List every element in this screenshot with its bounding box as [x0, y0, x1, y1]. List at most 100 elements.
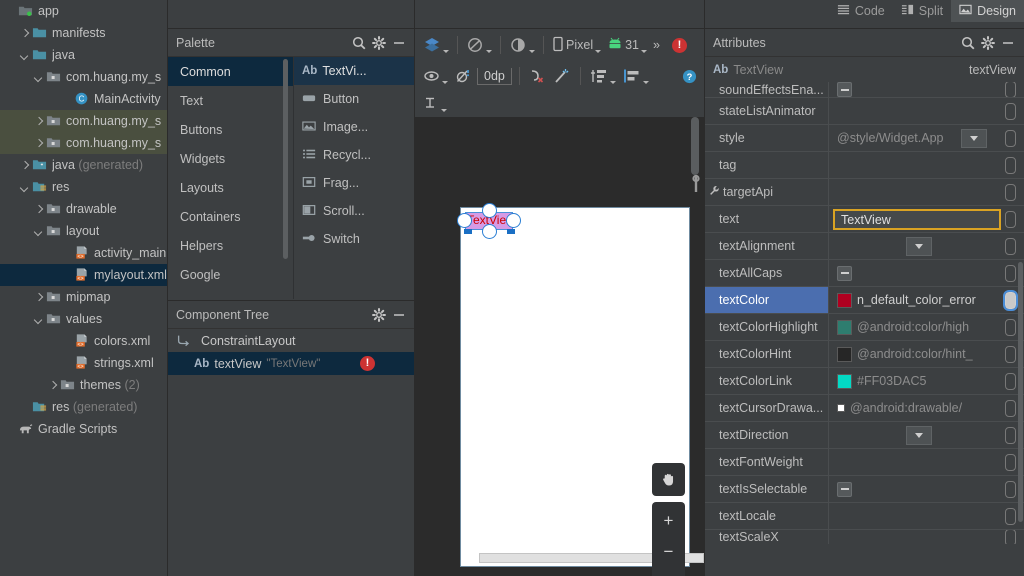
chevron-down-icon[interactable] [32, 313, 45, 326]
project-tree-row[interactable]: layout [0, 220, 168, 242]
resource-picker-button[interactable] [1005, 372, 1016, 390]
resource-picker-button[interactable] [1005, 530, 1016, 544]
attribute-value[interactable] [829, 503, 1024, 529]
attribute-row-textcolorhint[interactable]: textColorHint @android:color/hint_ [705, 341, 1024, 368]
gear-icon[interactable] [978, 33, 998, 53]
constraint-handle-top[interactable] [482, 203, 497, 218]
attribute-row-textisselectable[interactable]: textIsSelectable [705, 476, 1024, 503]
attribute-value[interactable] [829, 98, 1024, 124]
zoom-out-button[interactable]: − [652, 537, 685, 567]
project-tree-panel[interactable]: app manifests java com.huang.my_s C MainActiv… [0, 0, 168, 576]
resource-picker-button[interactable] [1005, 507, 1016, 525]
resource-picker-button[interactable] [1005, 426, 1016, 444]
attribute-row-textlocale[interactable]: textLocale [705, 503, 1024, 530]
actual-size-button[interactable]: 1:1 [652, 567, 685, 576]
color-swatch[interactable] [837, 292, 852, 308]
tristate-checkbox[interactable] [837, 265, 852, 281]
attribute-value[interactable]: @android:color/hint_ [829, 341, 1024, 367]
project-tree-row[interactable]: themes (2) [0, 374, 168, 396]
attribute-value[interactable] [829, 152, 1024, 178]
palette-category-scrollbar[interactable] [283, 59, 288, 259]
attribute-row-textdirection[interactable]: textDirection [705, 422, 1024, 449]
resource-picker-button[interactable] [1005, 102, 1016, 120]
tab-design[interactable]: Design [951, 0, 1024, 22]
project-tree-row[interactable]: manifests [0, 22, 168, 44]
project-tree-row[interactable]: <> strings.xml [0, 352, 168, 374]
resource-picker-button[interactable] [1005, 264, 1016, 282]
project-tree-row[interactable]: <> activity_main. [0, 242, 168, 264]
attribute-value[interactable] [829, 530, 1024, 544]
chevron-down-icon[interactable] [32, 225, 45, 238]
error-badge-icon[interactable]: ! [360, 356, 375, 371]
palette-category-widgets[interactable]: Widgets [168, 144, 293, 173]
attribute-value[interactable]: TextView [829, 206, 1024, 232]
palette-category-buttons[interactable]: Buttons [168, 115, 293, 144]
project-tree-row[interactable]: mipmap [0, 286, 168, 308]
design-canvas[interactable]: TextVie + − 1:1 [415, 117, 705, 576]
layers-design-icon[interactable] [421, 33, 451, 57]
project-tree-row[interactable]: values [0, 308, 168, 330]
attribute-value[interactable]: @android:drawable/ [829, 395, 1024, 421]
canvas-vertical-scrollbar[interactable] [691, 117, 699, 175]
tristate-checkbox[interactable] [837, 481, 852, 497]
chevron-right-icon[interactable] [46, 379, 59, 392]
resource-picker-button[interactable] [1005, 82, 1016, 97]
minimize-icon[interactable] [389, 33, 409, 53]
attribute-row-textfontweight[interactable]: textFontWeight [705, 449, 1024, 476]
attribute-row-textallcaps[interactable]: textAllCaps [705, 260, 1024, 287]
chevron-right-icon[interactable] [32, 115, 45, 128]
project-tree-row[interactable]: app [0, 0, 168, 22]
divider-right[interactable] [704, 0, 705, 576]
palette-item-image[interactable]: Image... [294, 113, 415, 141]
attribute-row-soundeffectsena[interactable]: soundEffectsEna... [705, 82, 1024, 98]
error-badge-icon[interactable]: ! [671, 37, 687, 53]
attribute-value[interactable] [829, 82, 1024, 97]
attribute-value[interactable]: n_default_color_error [829, 287, 1024, 313]
dropdown-button[interactable] [961, 128, 988, 148]
project-tree-row[interactable]: com.huang.my_s [0, 132, 168, 154]
palette-category-common[interactable]: Common [168, 57, 293, 86]
palette-item-frag[interactable]: Frag... [294, 169, 415, 197]
component-tree-row-constraintlayout[interactable]: ConstraintLayout [168, 329, 415, 352]
project-tree-row[interactable]: C MainActivity [0, 88, 168, 110]
eye-visibility-icon[interactable] [421, 64, 450, 88]
attribute-value[interactable]: @android:color/high [829, 314, 1024, 340]
tab-split[interactable]: Split [893, 0, 951, 22]
color-swatch[interactable] [837, 319, 852, 335]
component-tree-row-textview[interactable]: Ab textView "TextView" ! [168, 352, 415, 375]
resource-picker-button[interactable] [1005, 183, 1016, 201]
rotate-orientation-icon[interactable] [464, 33, 494, 57]
attribute-value[interactable] [829, 179, 1024, 205]
clear-constraints-icon[interactable] [526, 64, 548, 88]
constraint-handle-right[interactable] [506, 213, 521, 228]
resource-picker-button[interactable] [1005, 480, 1016, 498]
chevron-down-icon[interactable] [18, 49, 31, 62]
theme-circle-icon[interactable] [507, 33, 537, 57]
resource-picker-button[interactable] [1005, 453, 1016, 471]
chevron-right-icon[interactable] [18, 159, 31, 172]
resource-picker-button[interactable] [1005, 156, 1016, 174]
guidelines-icon[interactable] [588, 64, 618, 88]
project-tree-row[interactable]: java (generated) [0, 154, 168, 176]
constraint-handle-bottom[interactable] [482, 224, 497, 239]
attribute-value[interactable] [829, 449, 1024, 475]
attribute-value[interactable] [829, 422, 1024, 448]
palette-category-text[interactable]: Text [168, 86, 293, 115]
search-icon[interactable] [958, 33, 978, 53]
palette-item-textvi[interactable]: Ab TextVi... [294, 57, 415, 85]
attribute-row-textcolor[interactable]: textColor n_default_color_error [705, 287, 1024, 314]
resize-handle-bottom-left[interactable] [464, 229, 472, 234]
palette-item-switch[interactable]: Switch [294, 225, 415, 253]
attribute-value[interactable] [829, 260, 1024, 286]
divider-left[interactable] [167, 0, 168, 576]
palette-category-layouts[interactable]: Layouts [168, 173, 293, 202]
gear-icon[interactable] [369, 33, 389, 53]
divider-center[interactable] [414, 0, 415, 576]
attribute-row-style[interactable]: style @style/Widget.App [705, 125, 1024, 152]
zoom-in-button[interactable]: + [652, 506, 685, 536]
color-swatch[interactable] [837, 373, 852, 389]
text-attribute-input[interactable]: TextView [833, 209, 1001, 230]
tristate-checkbox[interactable] [837, 82, 852, 97]
attribute-row-text[interactable]: text TextView [705, 206, 1024, 233]
palette-category-list[interactable]: Common Text Buttons Widgets Layouts Container… [168, 57, 294, 299]
